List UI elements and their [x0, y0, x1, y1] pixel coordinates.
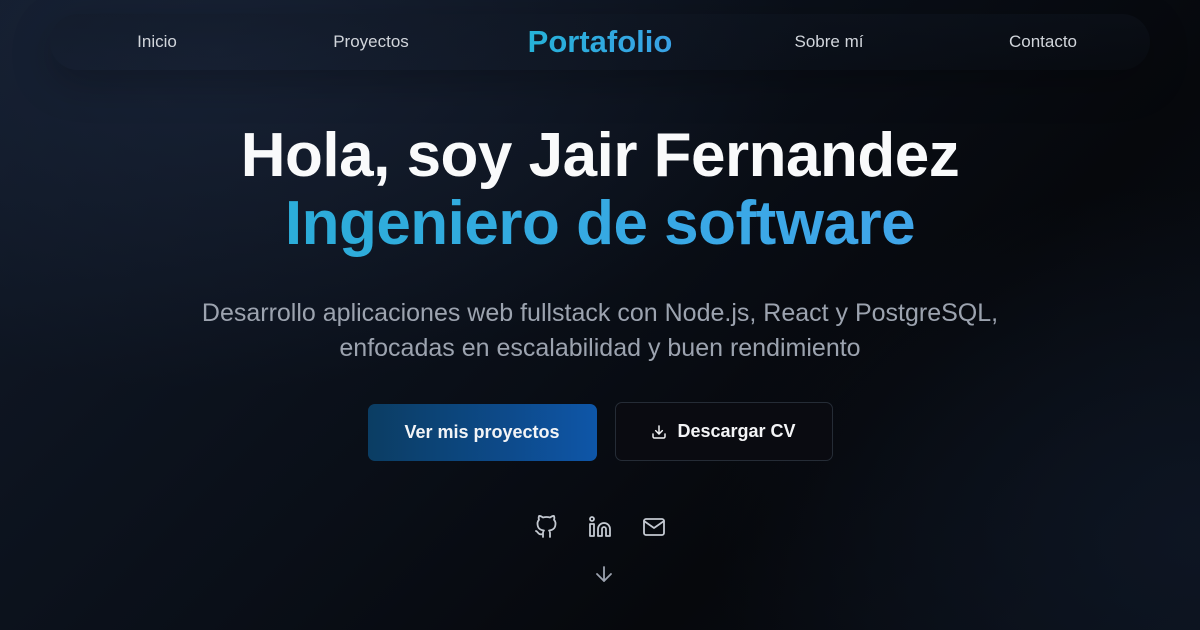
top-navbar: Inicio Proyectos Portafolio Sobre mí Con…: [50, 14, 1150, 70]
mail-icon[interactable]: [641, 514, 667, 540]
view-projects-button[interactable]: Ver mis proyectos: [367, 404, 597, 461]
social-links: [0, 514, 1200, 540]
linkedin-icon[interactable]: [587, 514, 613, 540]
nav-link-sobre-mi[interactable]: Sobre mí: [744, 32, 914, 52]
arrow-down-icon[interactable]: [592, 562, 616, 586]
download-cv-button[interactable]: Descargar CV: [614, 402, 833, 461]
download-cv-label: Descargar CV: [677, 421, 796, 441]
hero-actions: Ver mis proyectos Descargar CV: [0, 402, 1200, 461]
hero-role: Ingeniero de software: [0, 190, 1200, 258]
hero-description: Desarrollo aplicaciones web fullstack co…: [201, 299, 999, 362]
nav-link-proyectos[interactable]: Proyectos: [286, 32, 456, 52]
download-icon: [651, 424, 667, 440]
hero-greeting: Hola, soy Jair Fernandez: [240, 121, 960, 190]
nav-link-contacto[interactable]: Contacto: [958, 32, 1128, 52]
nav-link-inicio[interactable]: Inicio: [72, 32, 242, 52]
page: Inicio Proyectos Portafolio Sobre mí Con…: [0, 0, 1200, 630]
brand-logo[interactable]: Portafolio: [500, 24, 700, 60]
github-icon[interactable]: [533, 514, 559, 540]
hero-title: Hola, soy Jair Fernandez Ingeniero de so…: [0, 122, 1200, 258]
